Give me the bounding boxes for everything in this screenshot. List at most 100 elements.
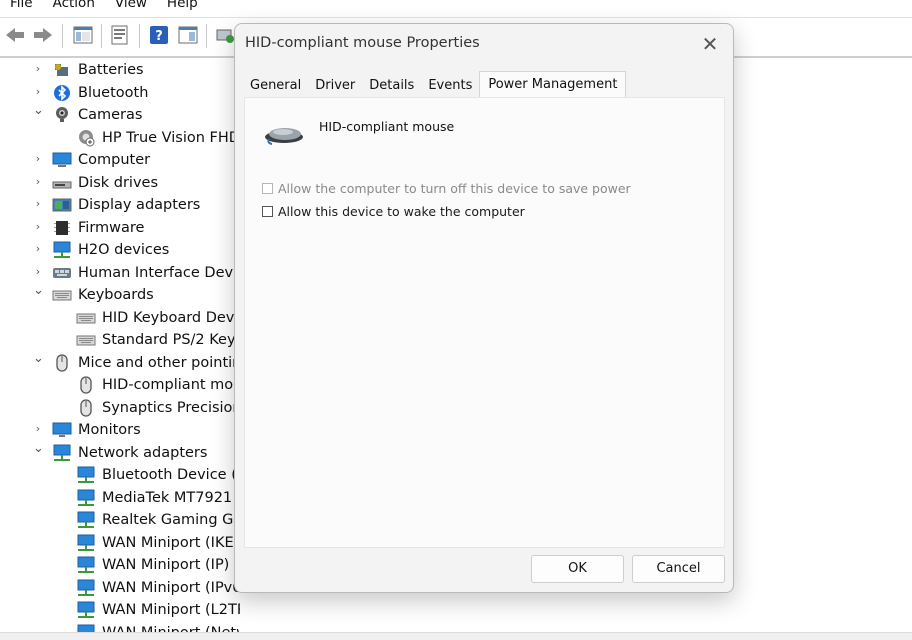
- allow-wake-option: Allow this device to wake the computer: [262, 204, 525, 219]
- tree-item-label: Network adapters: [78, 444, 208, 461]
- chevron-right-icon[interactable]: ›: [33, 265, 43, 278]
- tree-item[interactable]: Network adapters: [52, 442, 207, 464]
- menu-view[interactable]: View: [105, 0, 157, 16]
- allow-wake-checkbox[interactable]: [262, 206, 273, 217]
- hid-icon: [52, 264, 72, 282]
- menu-action[interactable]: Action: [43, 0, 105, 16]
- bluetooth-icon: [52, 84, 72, 102]
- tree-item-label: HID-compliant mous: [102, 377, 240, 393]
- tree-item-label: Batteries: [78, 62, 144, 78]
- menu-file[interactable]: File: [0, 0, 43, 16]
- tab-events[interactable]: Events: [421, 74, 479, 98]
- show-hide-console-tree-icon[interactable]: [72, 24, 94, 46]
- help-icon[interactable]: ?: [148, 24, 170, 46]
- mouse-icon: [52, 353, 72, 372]
- tree-item-label: Cameras: [78, 107, 143, 123]
- tree-item[interactable]: Firmware: [52, 217, 144, 239]
- tree-item[interactable]: H2O devices: [52, 239, 169, 261]
- tree-item[interactable]: Standard PS/2 Keybo: [76, 329, 240, 351]
- tree-item-label: MediaTek MT7921 W: [102, 489, 240, 506]
- network-icon: [76, 466, 96, 484]
- menu-help[interactable]: Help: [157, 0, 208, 16]
- tree-item-label: Disk drives: [78, 174, 159, 191]
- tree-item[interactable]: Mice and other pointing: [52, 352, 240, 374]
- chevron-right-icon[interactable]: ›: [33, 152, 43, 165]
- tree-item[interactable]: Display adapters: [52, 194, 200, 216]
- camera-icon: [52, 106, 72, 124]
- tree-item[interactable]: Monitors: [52, 419, 141, 441]
- tab-general[interactable]: General: [243, 74, 308, 98]
- tree-item[interactable]: WAN Miniport (IKEv2: [76, 532, 240, 554]
- tree-item[interactable]: Bluetooth Device (Pe: [76, 464, 240, 486]
- chevron-down-icon[interactable]: ⌄: [33, 103, 44, 118]
- properties-dialog: HID-compliant mouse Properties ✕ General…: [234, 23, 734, 593]
- toolbar-separator: [206, 24, 207, 48]
- tree-item[interactable]: Synaptics PrecisionTo: [76, 397, 240, 419]
- tree-item[interactable]: Realtek Gaming GbE: [76, 509, 240, 531]
- back-arrow-icon[interactable]: [4, 24, 26, 46]
- tree-item[interactable]: WAN Miniport (IP): [76, 554, 229, 576]
- tree-item[interactable]: Batteries: [52, 59, 144, 81]
- tree-item[interactable]: Computer: [52, 149, 150, 171]
- disk-drive-icon: [52, 174, 72, 192]
- tree-item-label: WAN Miniport (L2TP): [102, 602, 240, 618]
- tree-item[interactable]: WAN Miniport (IPv6): [76, 577, 240, 599]
- tree-item[interactable]: HID-compliant mous: [76, 374, 240, 396]
- tree-item-label: Realtek Gaming GbE: [102, 512, 240, 528]
- tab-details[interactable]: Details: [362, 74, 421, 98]
- tree-item-label: WAN Miniport (IPv6): [102, 579, 240, 596]
- tree-item-label: WAN Miniport (IKEv2: [102, 534, 240, 551]
- battery-icon: [52, 61, 72, 79]
- tree-item[interactable]: HID Keyboard Device: [76, 307, 240, 329]
- device-tree: › Batteries › Bluetooth ⌄ Cameras HP True Visi…: [0, 58, 240, 639]
- toolbar-separator: [101, 24, 102, 48]
- tree-item-label: Monitors: [78, 422, 141, 438]
- network-icon: [76, 556, 96, 574]
- network-icon: [76, 511, 96, 529]
- toolbar-separator: [62, 24, 63, 48]
- chevron-right-icon[interactable]: ›: [33, 85, 43, 98]
- chevron-down-icon[interactable]: ⌄: [33, 283, 44, 298]
- tree-item[interactable]: MediaTek MT7921 W: [76, 487, 240, 509]
- tree-item-label: Mice and other pointing: [78, 354, 240, 371]
- tree-item-label: WAN Miniport (IP): [102, 557, 230, 573]
- tree-item[interactable]: Disk drives: [52, 172, 158, 194]
- chevron-down-icon[interactable]: ⌄: [33, 351, 44, 366]
- tree-item[interactable]: Human Interface Devices: [52, 262, 240, 284]
- chevron-right-icon[interactable]: ›: [33, 62, 43, 75]
- tree-item[interactable]: Cameras: [52, 104, 142, 126]
- action-pane-icon[interactable]: [177, 24, 199, 46]
- close-icon[interactable]: ✕: [699, 33, 721, 55]
- toolbar-separator: [139, 24, 140, 48]
- mouse-device-icon: [263, 122, 305, 148]
- network-icon: [76, 534, 96, 552]
- chevron-right-icon[interactable]: ›: [33, 197, 43, 210]
- chevron-right-icon[interactable]: ›: [33, 175, 43, 188]
- firmware-icon: [52, 219, 72, 237]
- ok-button[interactable]: OK: [531, 555, 624, 583]
- tree-item[interactable]: WAN Miniport (L2TP): [76, 599, 240, 621]
- tree-item-label: Standard PS/2 Keybo: [102, 332, 240, 348]
- cancel-button[interactable]: Cancel: [632, 555, 725, 583]
- allow-turn-off-option: Allow the computer to turn off this devi…: [262, 181, 631, 196]
- scan-hardware-icon[interactable]: [214, 24, 236, 46]
- tab-driver[interactable]: Driver: [308, 74, 362, 98]
- menu-bar: File Action View Help: [0, 0, 912, 16]
- tree-item[interactable]: HP True Vision FHD C: [76, 127, 240, 149]
- properties-icon[interactable]: [109, 24, 131, 46]
- tab-power-management[interactable]: Power Management: [479, 71, 627, 99]
- network-icon: [76, 601, 96, 619]
- chevron-down-icon[interactable]: ⌄: [33, 441, 44, 456]
- power-management-panel: HID-compliant mouse Allow the computer t…: [244, 97, 725, 548]
- camera-device-icon: [76, 129, 96, 147]
- allow-turn-off-checkbox[interactable]: [262, 183, 273, 194]
- network-icon: [52, 241, 72, 259]
- tree-item[interactable]: Keyboards: [52, 284, 154, 306]
- chevron-right-icon[interactable]: ›: [33, 220, 43, 233]
- chevron-right-icon[interactable]: ›: [33, 422, 43, 435]
- tree-item[interactable]: Bluetooth: [52, 82, 148, 104]
- allow-wake-label[interactable]: Allow this device to wake the computer: [278, 204, 525, 219]
- tab-strip: General Driver Details Events Power Mana…: [243, 71, 627, 99]
- chevron-right-icon[interactable]: ›: [33, 242, 43, 255]
- forward-arrow-icon[interactable]: [32, 24, 54, 46]
